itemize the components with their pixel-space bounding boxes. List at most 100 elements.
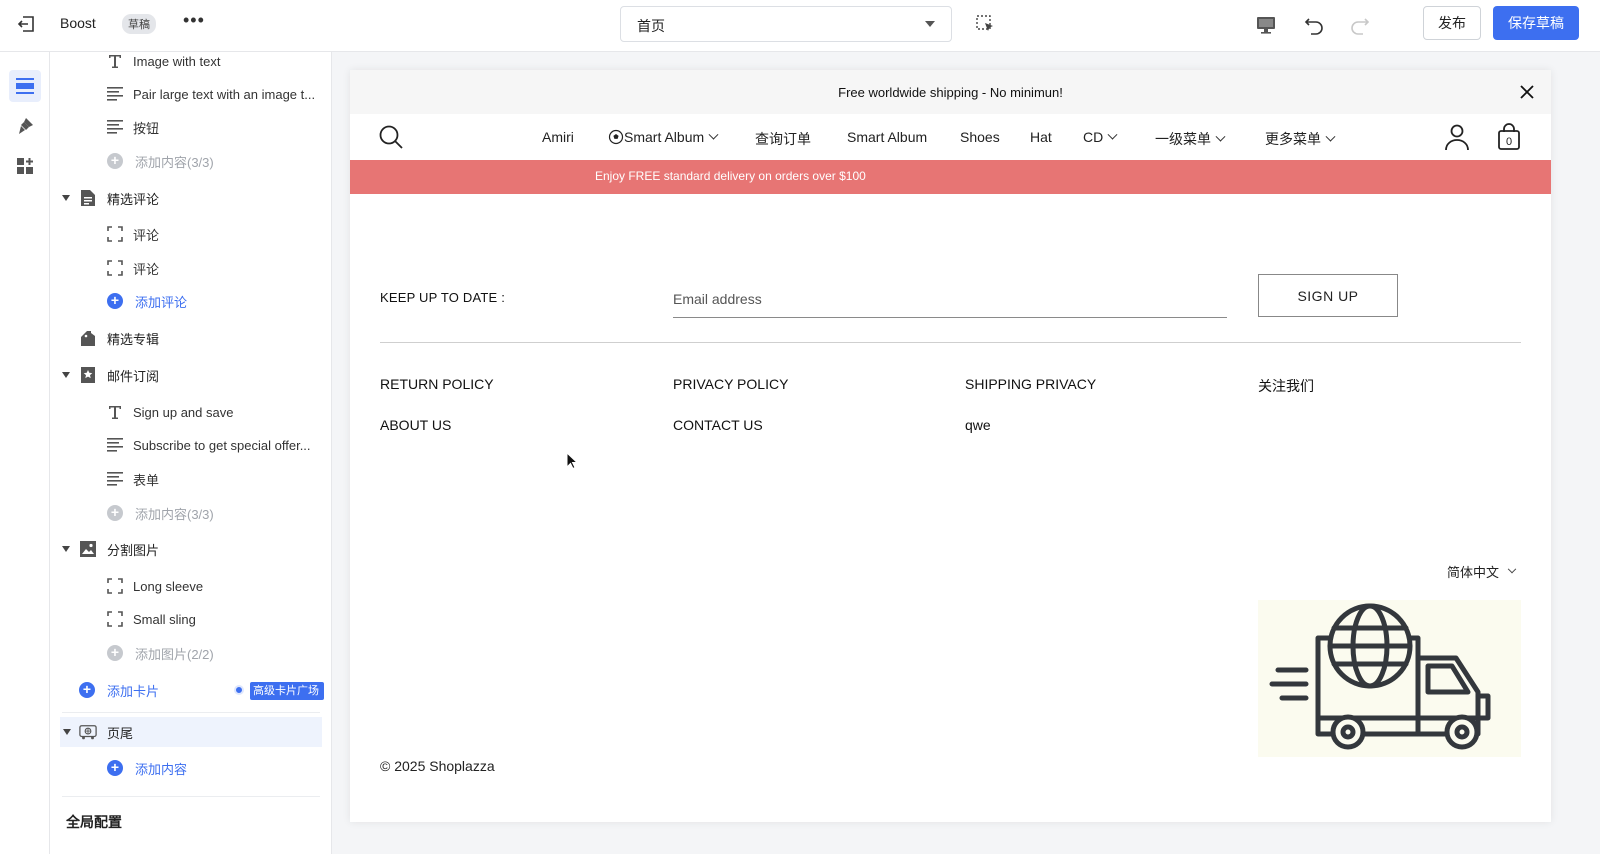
save-draft-button[interactable]: 保存草稿: [1493, 6, 1579, 40]
language-selector[interactable]: 简体中文: [1447, 562, 1517, 581]
tree-item[interactable]: Long sleeve: [50, 571, 331, 601]
pro-dot-icon: [234, 685, 244, 695]
select-element-icon[interactable]: [975, 14, 997, 36]
theme-name: Boost: [60, 15, 96, 31]
theme-style-icon[interactable]: [9, 110, 41, 142]
section-tree: Image with text Pair large text with an …: [50, 52, 332, 854]
paragraph-icon: [106, 85, 124, 103]
section-footer[interactable]: 页尾: [60, 717, 322, 747]
announcement-bar: Free worldwide shipping - No minimun!: [350, 70, 1551, 114]
desktop-preview-icon[interactable]: [1253, 12, 1279, 38]
add-icon: +: [106, 152, 124, 170]
add-content-disabled: + 添加内容(3/3): [50, 498, 331, 528]
chevron-down-icon: [1507, 564, 1517, 573]
chevron-down-icon: [1325, 131, 1336, 142]
star-bookmark-icon: [79, 366, 97, 384]
search-icon[interactable]: [378, 124, 404, 150]
footer-link-contact-us[interactable]: CONTACT US: [673, 417, 763, 433]
page-select[interactable]: 首页: [620, 6, 952, 42]
tree-item[interactable]: 评论: [50, 219, 331, 249]
block-icon: [106, 577, 124, 595]
collapse-arrow-icon[interactable]: [62, 195, 70, 201]
collapse-arrow-icon[interactable]: [63, 729, 71, 735]
nav-item[interactable]: Amiri: [542, 129, 574, 145]
collection-icon: [79, 329, 97, 347]
tree-item[interactable]: 按钮: [50, 112, 331, 142]
tree-item[interactable]: 评论: [50, 253, 331, 283]
footer-link-shipping-privacy[interactable]: SHIPPING PRIVACY: [965, 376, 1096, 392]
add-review-button[interactable]: + 添加评论: [50, 286, 331, 316]
draft-badge: 草稿: [122, 14, 156, 34]
footer-link-return-policy[interactable]: RETURN POLICY: [380, 376, 494, 392]
nav-item[interactable]: Smart Album: [847, 129, 927, 145]
text-icon: [106, 52, 124, 70]
block-icon: [106, 259, 124, 277]
footer-link-about-us[interactable]: ABOUT US: [380, 417, 451, 433]
publish-button[interactable]: 发布: [1423, 6, 1481, 40]
undo-icon[interactable]: [1301, 12, 1327, 38]
global-settings-title[interactable]: 全局配置: [66, 812, 122, 832]
text-icon: [106, 403, 124, 421]
more-options-button[interactable]: •••: [183, 10, 205, 31]
section-featured-reviews[interactable]: 精选评论: [50, 183, 331, 213]
paragraph-icon: [106, 470, 124, 488]
nav-item-dropdown[interactable]: 一级菜单: [1155, 129, 1226, 149]
add-footer-content-button[interactable]: + 添加内容: [50, 753, 331, 783]
collapse-arrow-icon[interactable]: [62, 372, 70, 378]
block-icon: [106, 225, 124, 243]
chevron-down-icon: [925, 21, 935, 27]
divider: [62, 796, 320, 797]
divider: [380, 342, 1521, 343]
promo-text: Enjoy FREE standard delivery on orders o…: [595, 169, 866, 183]
nav-item-dropdown[interactable]: Smart Album: [608, 129, 719, 145]
store-preview: Free worldwide shipping - No minimun! Am…: [350, 70, 1551, 822]
document-icon: [79, 189, 97, 207]
block-icon: [106, 610, 124, 628]
page-select-value: 首页: [637, 18, 665, 34]
tree-item[interactable]: Pair large text with an image t...: [50, 79, 331, 109]
tree-item[interactable]: Small sling: [50, 604, 331, 634]
divider: [62, 712, 320, 713]
delivery-truck-image: [1258, 600, 1521, 757]
apps-icon[interactable]: [9, 150, 41, 182]
exit-icon[interactable]: [16, 13, 38, 35]
promo-banner: Enjoy FREE standard delivery on orders o…: [350, 160, 1551, 194]
add-icon: +: [78, 681, 96, 699]
section-featured-collection[interactable]: 精选专辑: [50, 323, 331, 353]
add-content-disabled: + 添加内容(3/3): [50, 146, 331, 176]
nav-item-dropdown[interactable]: CD: [1083, 129, 1118, 145]
redo-icon[interactable]: [1347, 12, 1373, 38]
chevron-down-icon: [1107, 129, 1118, 140]
footer-link-qwe[interactable]: qwe: [965, 417, 991, 433]
add-section-button[interactable]: + 添加卡片 高级卡片广场: [50, 675, 331, 705]
add-icon: +: [106, 292, 124, 310]
sections-icon[interactable]: [9, 70, 41, 102]
tree-item[interactable]: 表单: [50, 464, 331, 494]
paragraph-icon: [106, 118, 124, 136]
tree-item[interactable]: Image with text: [50, 52, 331, 76]
account-icon[interactable]: [1444, 123, 1470, 151]
top-bar: Boost 草稿 ••• 首页 发布 保存草稿: [0, 0, 1600, 52]
footer-link-privacy-policy[interactable]: PRIVACY POLICY: [673, 376, 788, 392]
tree-item[interactable]: Sign up and save: [50, 397, 331, 427]
section-newsletter[interactable]: 邮件订阅: [50, 360, 331, 390]
nav-item-dropdown[interactable]: 更多菜单: [1265, 129, 1336, 149]
email-field[interactable]: [673, 280, 1227, 318]
announcement-text: Free worldwide shipping - No minimun!: [838, 84, 1063, 100]
footer-follow-us-heading: 关注我们: [1258, 378, 1314, 394]
collapse-arrow-icon[interactable]: [62, 546, 70, 552]
pro-section-marketplace-button[interactable]: 高级卡片广场: [250, 682, 324, 700]
close-icon[interactable]: [1517, 82, 1537, 102]
cart-icon[interactable]: 0: [1496, 123, 1522, 151]
sign-up-button[interactable]: SIGN UP: [1258, 274, 1398, 317]
tree-item[interactable]: Subscribe to get special offer...: [50, 430, 331, 460]
newsletter-label: KEEP UP TO DATE :: [380, 290, 506, 305]
nav-item[interactable]: Hat: [1030, 129, 1052, 145]
add-icon: +: [106, 759, 124, 777]
section-image-split[interactable]: 分割图片: [50, 534, 331, 564]
chevron-down-icon: [708, 129, 719, 140]
add-image-disabled: + 添加图片(2/2): [50, 638, 331, 668]
nav-item[interactable]: 查询订单: [755, 129, 811, 149]
add-icon: +: [106, 644, 124, 662]
nav-item[interactable]: Shoes: [960, 129, 1000, 145]
